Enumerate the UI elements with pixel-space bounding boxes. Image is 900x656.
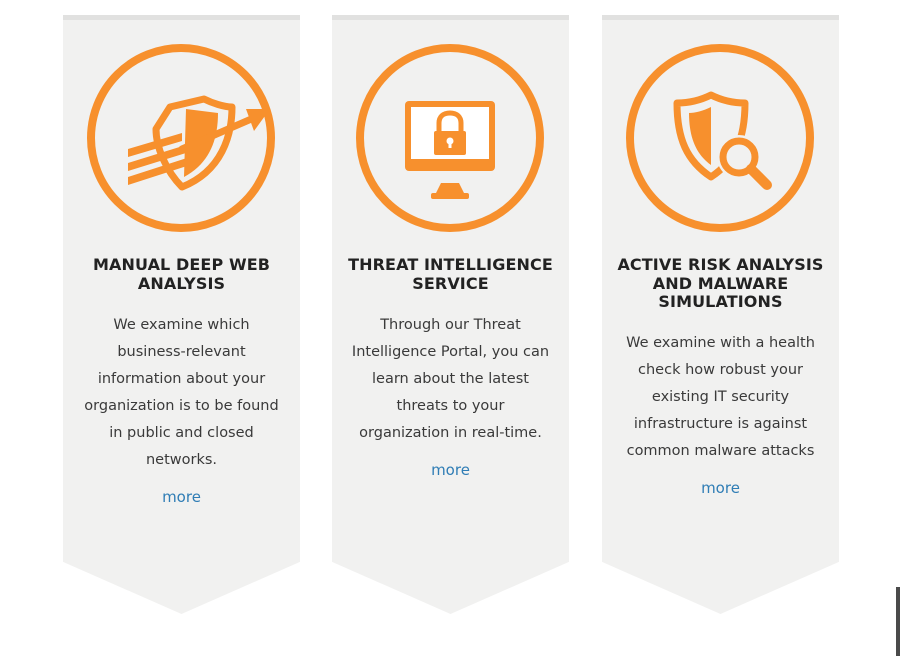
more-link[interactable]: more bbox=[63, 488, 300, 506]
card-title-line: THREAT INTELLIGENCE bbox=[348, 255, 553, 274]
shield-magnifier-icon bbox=[626, 44, 814, 232]
service-card-threat-intelligence: THREAT INTELLIGENCE SERVICE Through our … bbox=[332, 15, 569, 614]
service-card-manual-deep-web: MANUAL DEEP WEB ANALYSIS We examine whic… bbox=[63, 15, 300, 614]
card-description-line: information about your bbox=[97, 371, 266, 387]
card-description-line: We examine with a health bbox=[626, 335, 815, 351]
card-description-line: in public and closed bbox=[109, 425, 254, 441]
card-description-line: networks. bbox=[145, 452, 218, 468]
card-title: MANUAL DEEP WEB ANALYSIS bbox=[63, 255, 300, 293]
card-title-line: AND MALWARE bbox=[652, 273, 789, 293]
card-description-line: check how robust your bbox=[638, 362, 803, 378]
card-description-line: Intelligence Portal, you can bbox=[351, 344, 550, 360]
card-description-line: infrastructure is against bbox=[633, 416, 808, 432]
card-description-line: organization in real-time. bbox=[359, 425, 542, 441]
card-title: ACTIVE RISK ANALYSIS AND MALWARE SIMULAT… bbox=[602, 255, 839, 312]
scrollbar-thumb[interactable] bbox=[896, 587, 900, 656]
card-title: THREAT INTELLIGENCE SERVICE bbox=[332, 255, 569, 293]
more-link[interactable]: more bbox=[332, 461, 569, 479]
card-title-line: ACTIVE RISK ANALYSIS bbox=[617, 255, 824, 274]
card-description-line: Through our Threat bbox=[380, 317, 521, 333]
card-title-line: SIMULATIONS bbox=[658, 292, 783, 311]
card-description-line: business-relevant bbox=[117, 344, 246, 360]
shield-arrow-icon bbox=[87, 44, 275, 232]
card-description-line: organization is to be found bbox=[84, 398, 279, 414]
monitor-lock-icon bbox=[356, 44, 544, 232]
card-description-line: existing IT security bbox=[651, 389, 790, 405]
card-description-line: threats to your bbox=[396, 398, 505, 414]
card-description-line: learn about the latest bbox=[372, 371, 529, 387]
card-description: We examine with a health check how robus… bbox=[616, 330, 825, 465]
card-title-line: SERVICE bbox=[412, 273, 489, 293]
card-description-line: We examine which bbox=[113, 317, 250, 333]
card-description-line: common malware attacks bbox=[626, 443, 815, 459]
card-description: We examine which business-relevant infor… bbox=[77, 312, 286, 474]
card-description: Through our Threat Intelligence Portal, … bbox=[346, 312, 555, 447]
card-title-line: ANALYSIS bbox=[137, 273, 226, 293]
more-link[interactable]: more bbox=[602, 479, 839, 497]
card-title-line: MANUAL DEEP WEB bbox=[92, 255, 271, 274]
service-card-active-risk-analysis: ACTIVE RISK ANALYSIS AND MALWARE SIMULAT… bbox=[602, 15, 839, 614]
